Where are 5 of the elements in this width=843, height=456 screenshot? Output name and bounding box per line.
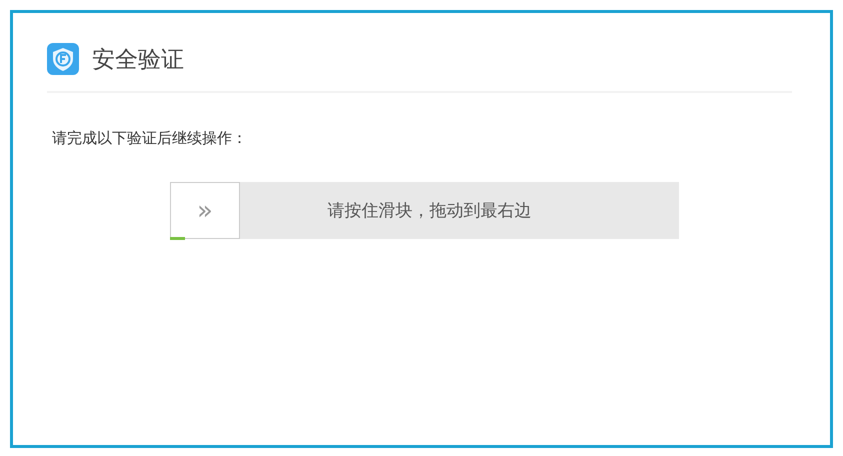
shield-logo-icon — [47, 43, 79, 75]
slider-hint: 请按住滑块，拖动到最右边 — [326, 200, 532, 222]
dialog-title: 安全验证 — [92, 46, 184, 74]
instruction-text: 请完成以下验证后继续操作： — [52, 129, 248, 148]
slider-handle[interactable]: » — [170, 182, 240, 239]
